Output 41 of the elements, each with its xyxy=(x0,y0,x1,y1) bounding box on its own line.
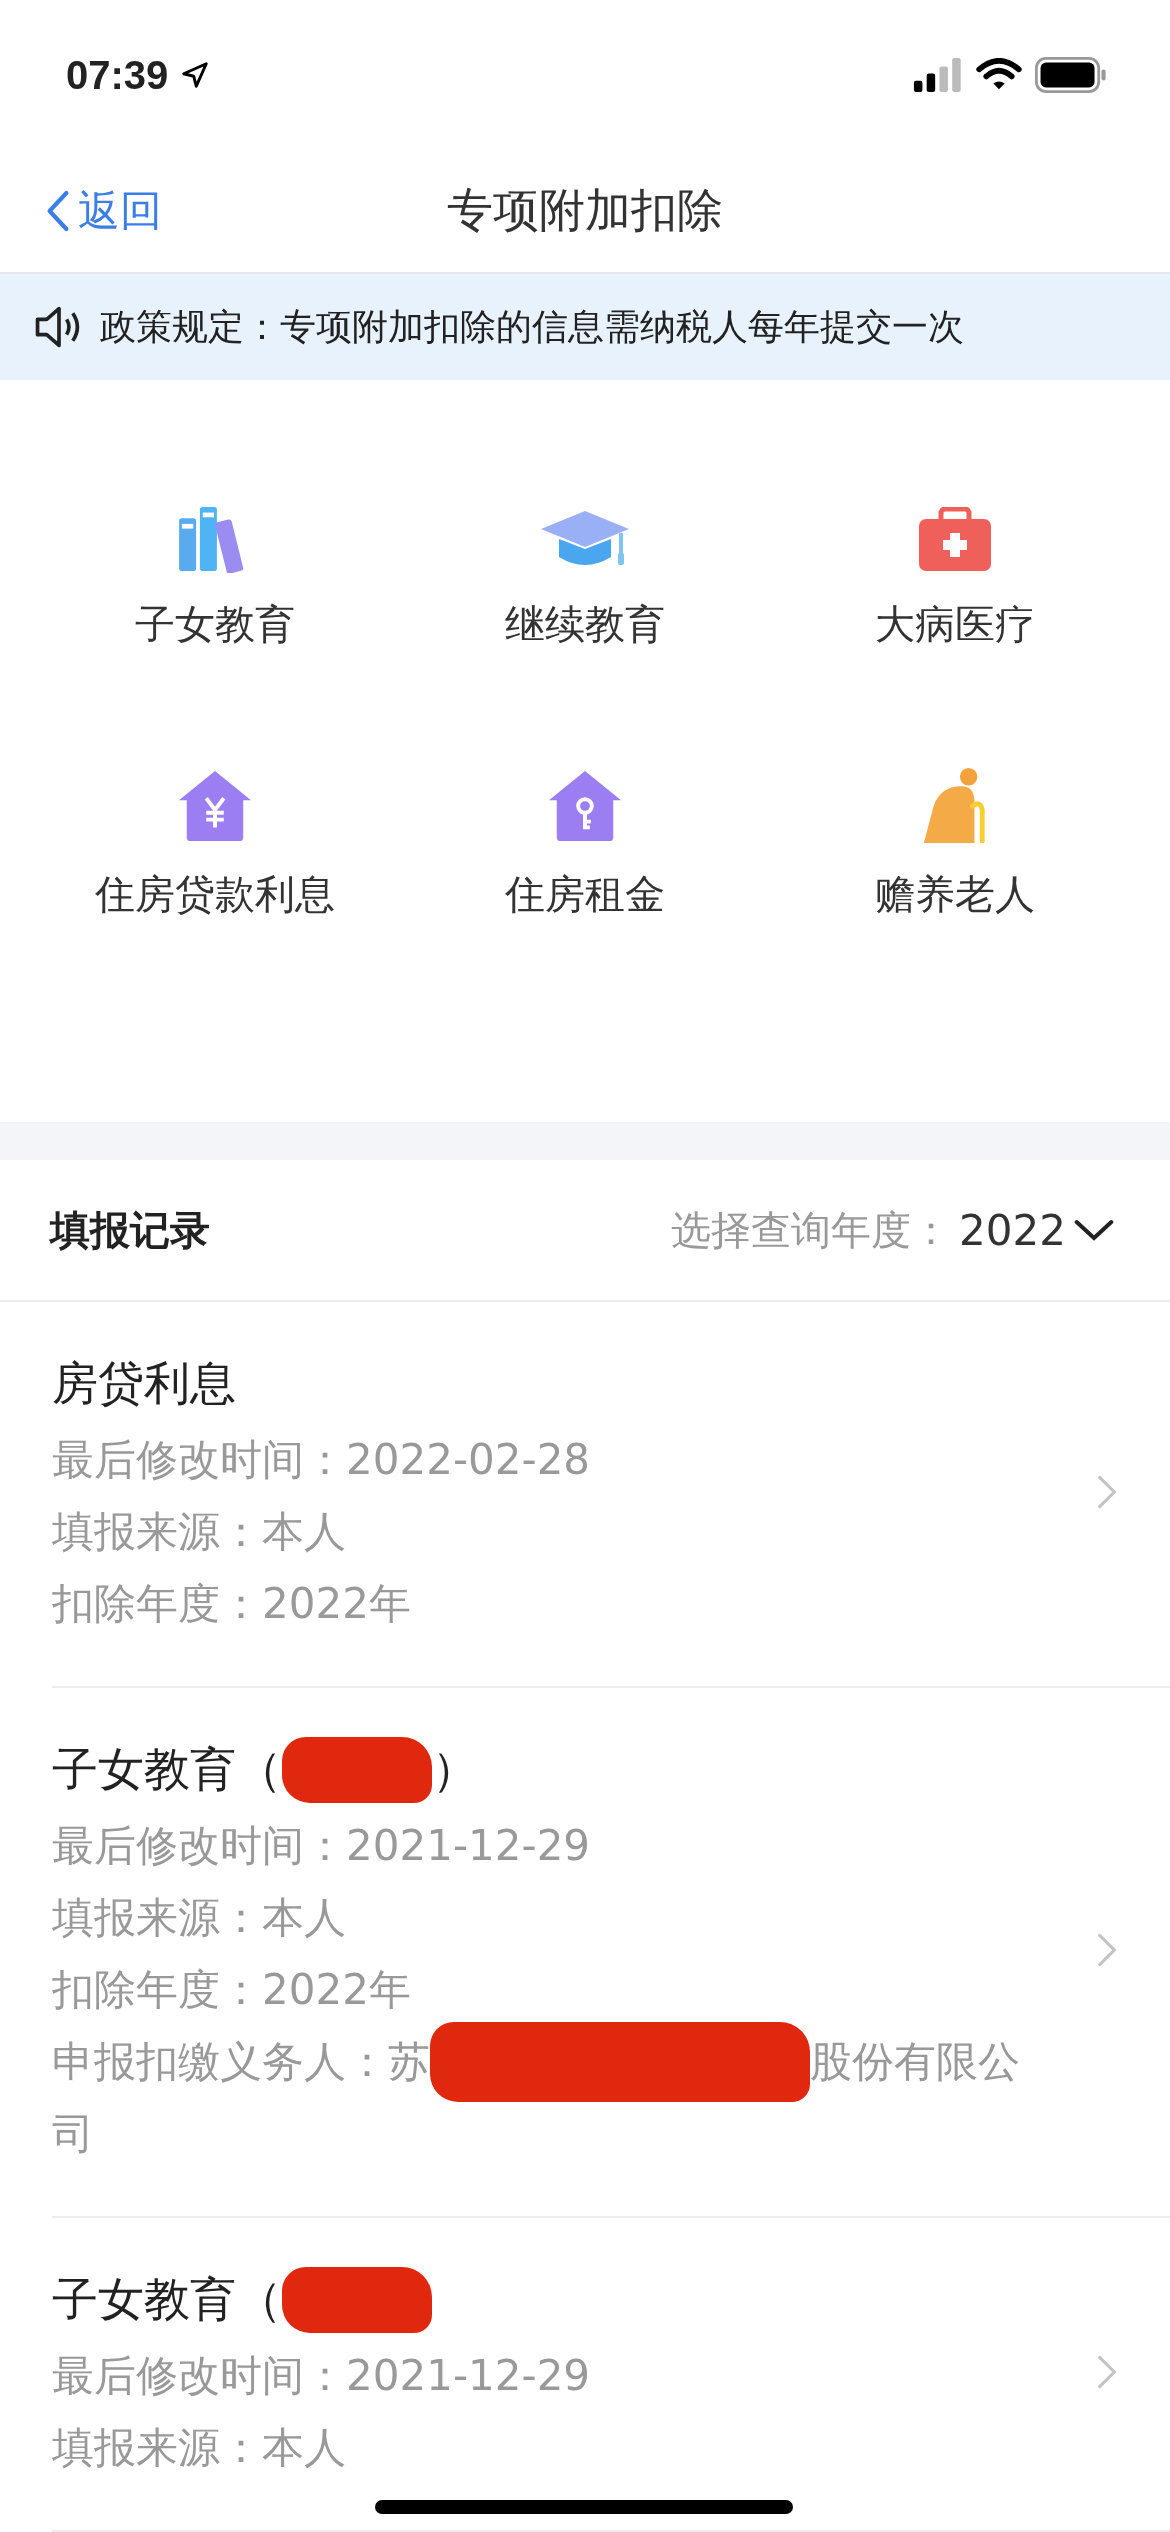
record-title: 房贷利息 xyxy=(52,1355,236,1412)
wifi-icon xyxy=(976,58,1022,92)
location-arrow-icon xyxy=(180,60,211,90)
category-item[interactable]: 住房租金 xyxy=(400,742,770,922)
signal-icon xyxy=(912,58,964,92)
record-detail: 扣除年度：2022年 xyxy=(52,1964,411,2016)
medical-kit-icon xyxy=(917,507,993,573)
category-item[interactable]: 继续教育 xyxy=(400,472,770,652)
page-title: 专项附加扣除 xyxy=(447,182,723,239)
house-key-icon xyxy=(547,769,623,843)
record-detail: 填报来源：本人 xyxy=(52,1892,346,1944)
back-chevron-icon xyxy=(46,189,70,233)
notice-text: 政策规定：专项附加扣除的信息需纳税人每年提交一次 xyxy=(100,304,964,349)
back-button[interactable]: 返回 xyxy=(0,183,162,239)
record-detail: 申报扣缴义务人：苏 xyxy=(52,2036,430,2088)
year-selector[interactable]: 选择查询年度： 2022 xyxy=(665,1201,1120,1259)
record-detail: 填报来源：本人 xyxy=(52,1506,346,1558)
dropdown-chevron-icon xyxy=(1074,1218,1114,1242)
house-yuan-icon xyxy=(177,769,253,843)
section-title: 填报记录 xyxy=(50,1205,210,1255)
record-detail: 股份有限公 xyxy=(810,2036,1020,2088)
record-detail: 填报来源：本人 xyxy=(52,2422,346,2474)
category-item[interactable]: 住房贷款利息 xyxy=(30,742,400,922)
chevron-right-icon xyxy=(1096,1473,1118,1511)
chevron-right-icon xyxy=(1096,2353,1118,2391)
record-title: ） xyxy=(432,1741,478,1798)
record-detail: 最后修改时间：2022-02-28 xyxy=(52,1434,591,1486)
record-item[interactable]: 房贷利息 最后修改时间：2022-02-28 填报来源：本人 扣除年度：2022年 xyxy=(52,1302,1170,1688)
record-detail: 司 xyxy=(52,2108,94,2160)
category-item[interactable]: 赡养老人 xyxy=(770,742,1140,922)
record-detail: 最后修改时间：2021-12-29 xyxy=(52,2350,591,2402)
record-title: 子女教育（ xyxy=(52,2271,282,2328)
battery-icon xyxy=(1034,57,1108,93)
record-detail: 扣除年度：2022年 xyxy=(52,1578,411,1630)
status-time: 07:39 xyxy=(66,52,169,98)
record-detail: 最后修改时间：2021-12-29 xyxy=(52,1820,591,1872)
record-item[interactable]: 子女教育（ ） 最后修改时间：2021-12-29 填报来源：本人 扣除年度：2022年 申报扣缴义务人：苏 股份有限公 司 xyxy=(52,1688,1170,2218)
record-title: 子女教育（ xyxy=(52,1741,282,1798)
category-item[interactable]: 大病医疗 xyxy=(770,472,1140,652)
chevron-right-icon xyxy=(1096,1931,1118,1969)
category-item[interactable]: 子女教育 xyxy=(30,472,400,652)
